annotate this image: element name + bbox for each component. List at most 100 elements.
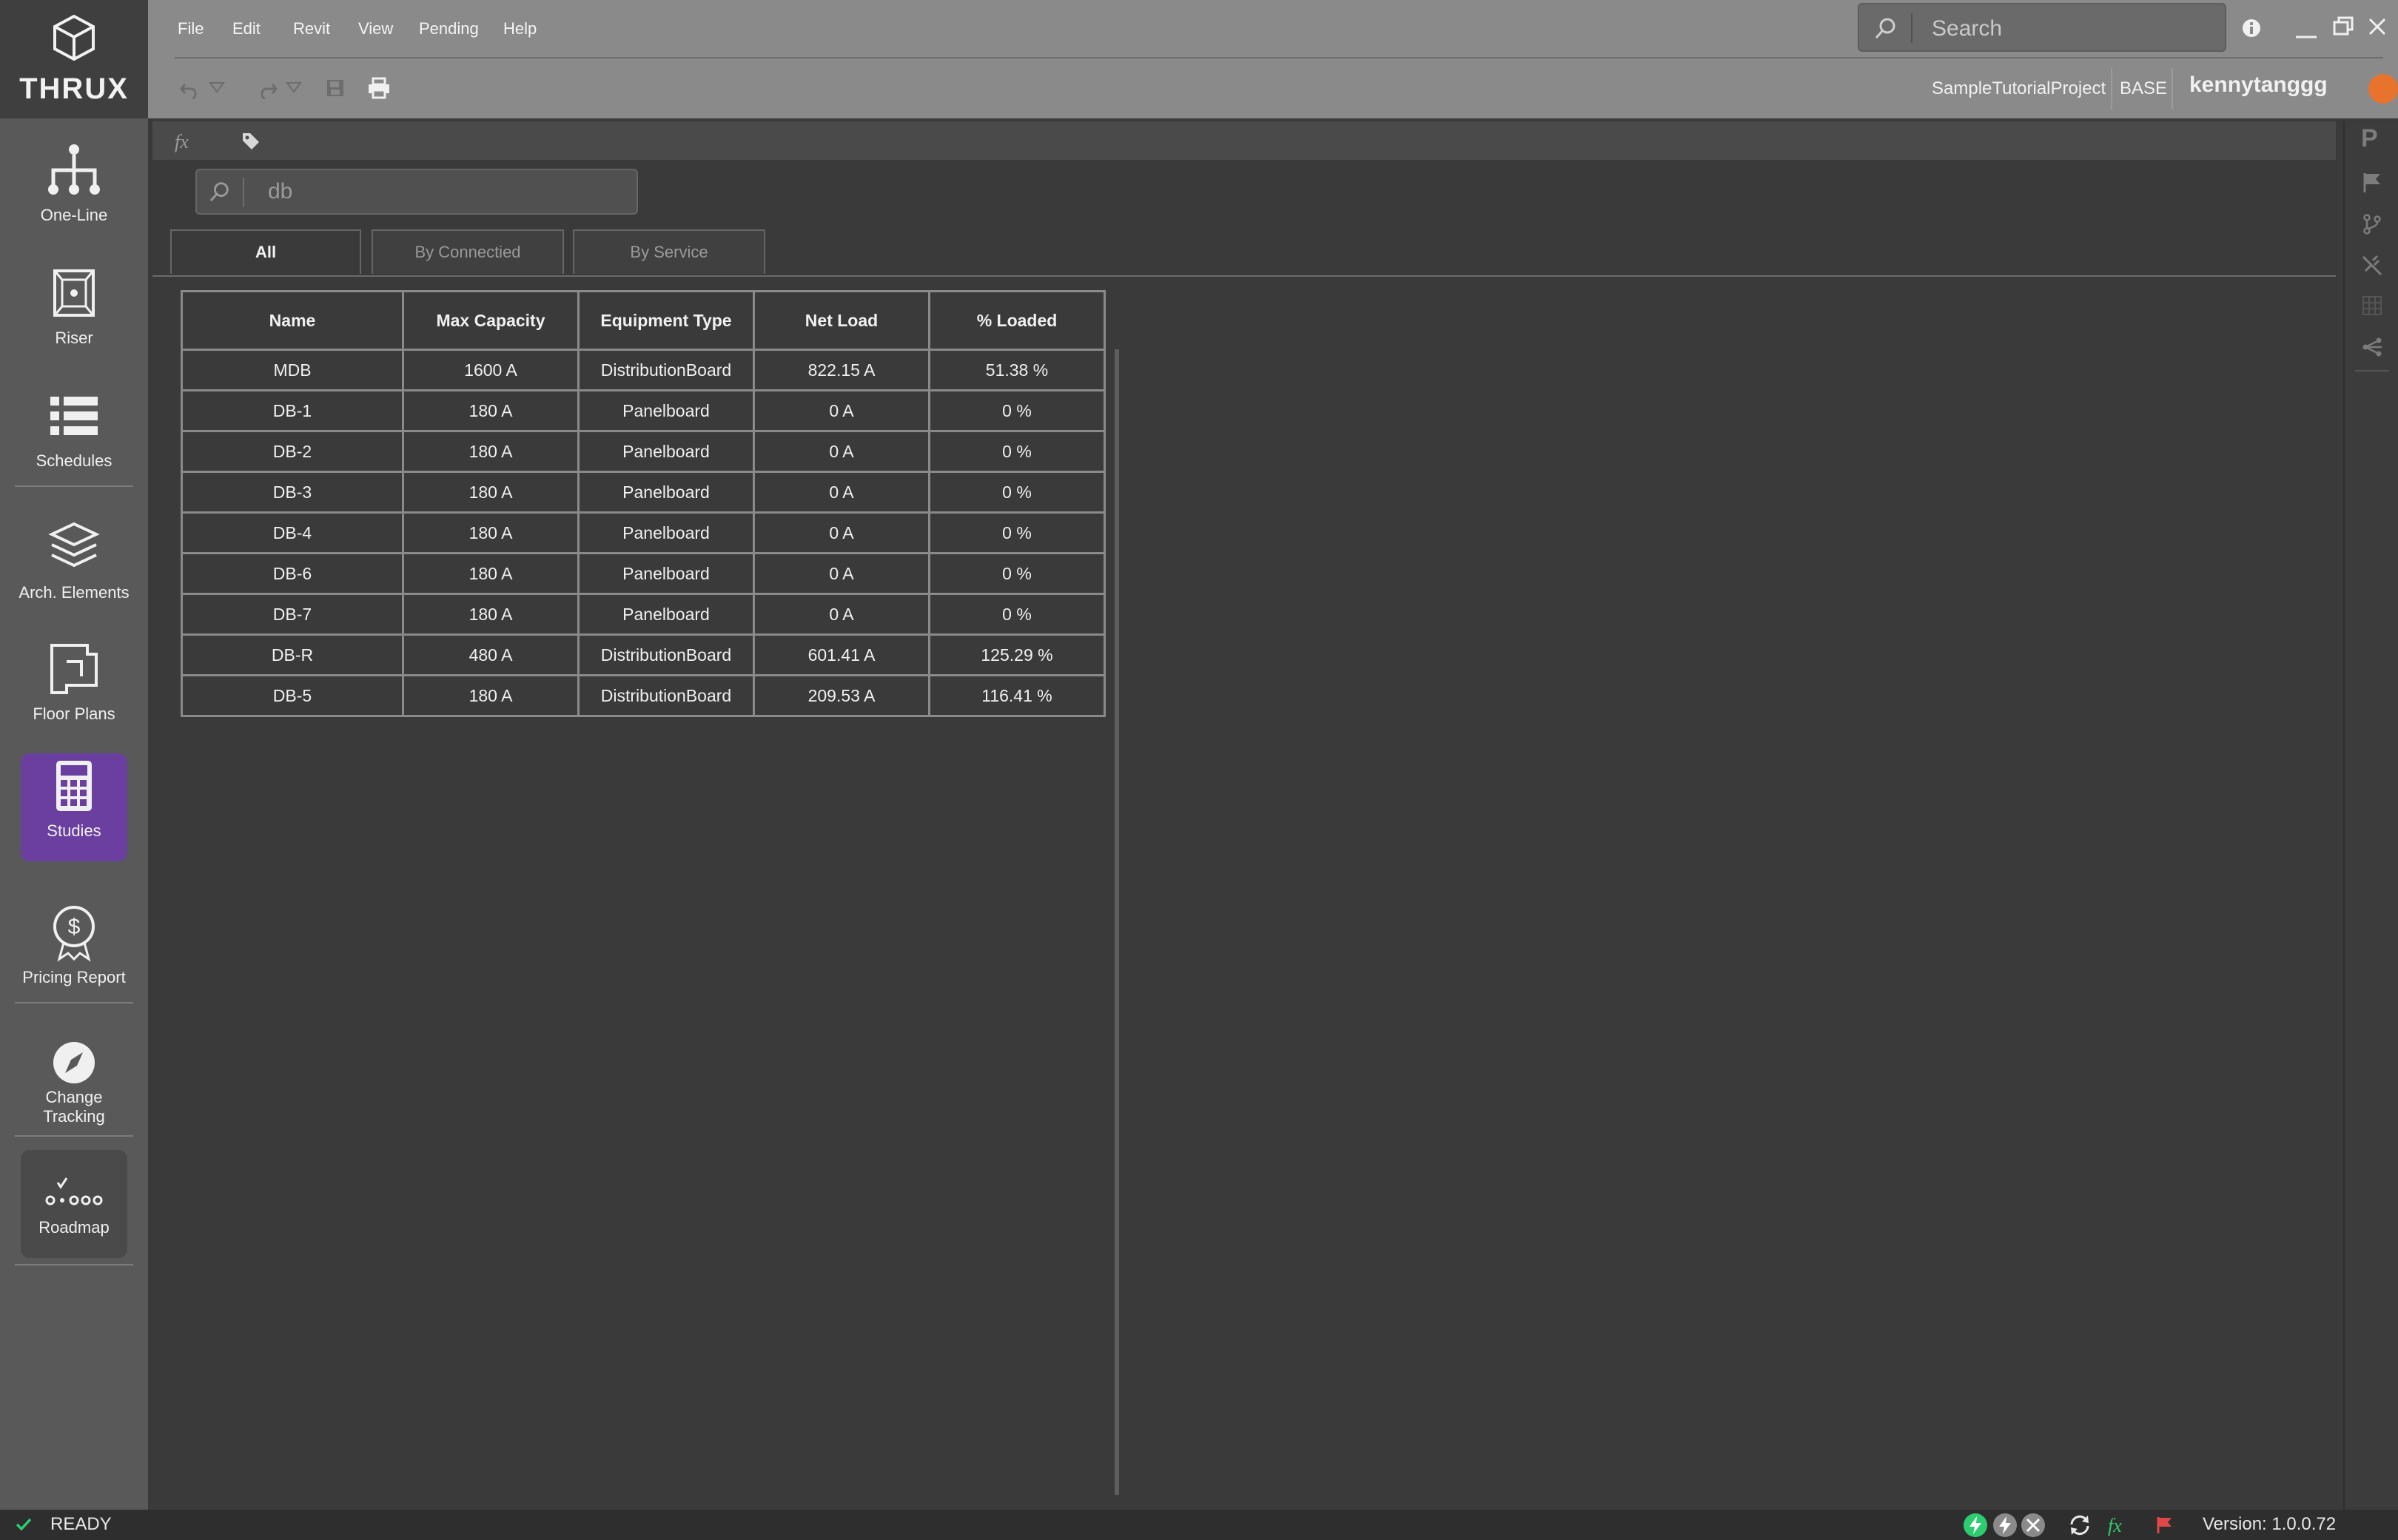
check-icon: [16, 1518, 32, 1531]
undo-dropdown-icon[interactable]: [209, 81, 225, 93]
table-row[interactable]: DB-5 180 A DistributionBoard 209.53 A 116.41…: [181, 674, 1106, 717]
flag-icon[interactable]: [2361, 172, 2383, 194]
sidebar-item-arch-elements[interactable]: Arch. Elements: [0, 518, 148, 602]
cell-max-capacity: 180 A: [402, 593, 580, 636]
sync-icon[interactable]: [2068, 1514, 2092, 1536]
sidebar-item-label: Riser: [55, 329, 93, 347]
tab-all[interactable]: All: [170, 229, 361, 274]
menu-edit[interactable]: Edit: [232, 19, 261, 38]
tab-by-service[interactable]: By Service: [573, 229, 765, 274]
sidebar-item-label: Arch. Elements: [19, 583, 130, 602]
table-row[interactable]: DB-4 180 A Panelboard 0 A0 %: [181, 511, 1106, 554]
table-row[interactable]: DB-1 180 A Panelboard 0 A0 %: [181, 389, 1106, 432]
sidebar-item-riser[interactable]: Riser: [0, 263, 148, 348]
save-icon[interactable]: [326, 78, 345, 98]
cell-name: MDB: [181, 349, 404, 391]
formula-toolbar: fx: [152, 121, 2336, 160]
table-row[interactable]: DB-3 180 A Panelboard 0 A0 %: [181, 471, 1106, 514]
cell-net-load: 0 A: [753, 471, 930, 514]
menu-file[interactable]: File: [178, 19, 204, 38]
sidebar-item-label: Floor Plans: [33, 705, 115, 723]
column-header-net-load[interactable]: Net Load: [753, 290, 930, 351]
cell-max-capacity: 180 A: [402, 552, 580, 595]
cell-percent-loaded: 51.38 %: [928, 349, 1106, 391]
menu-pending[interactable]: Pending: [419, 19, 479, 38]
avatar[interactable]: [2368, 74, 2398, 104]
search-divider: [1911, 13, 1912, 43]
table-row[interactable]: DB-7 180 A Panelboard 0 A0 %: [181, 593, 1106, 636]
redo-dropdown-icon[interactable]: [286, 81, 302, 93]
sidebar-item-studies[interactable]: Studies: [0, 753, 148, 861]
sidebar-divider: [15, 1002, 133, 1003]
cell-net-load: 0 A: [753, 593, 930, 636]
column-header-name[interactable]: Name: [181, 290, 404, 351]
sidebar-item-change-tracking[interactable]: Change Tracking: [0, 1039, 148, 1126]
sidebar-item-label: Tracking: [43, 1107, 105, 1126]
menu-revit[interactable]: Revit: [293, 19, 330, 38]
filter-divider: [243, 178, 244, 207]
table-row[interactable]: DB-2 180 A Panelboard 0 A0 %: [181, 430, 1106, 473]
global-search-input[interactable]: Search: [1858, 3, 2226, 52]
branch-icon[interactable]: [2361, 213, 2383, 235]
branch-name[interactable]: BASE: [2120, 78, 2167, 99]
lightning-off-icon[interactable]: [2021, 1513, 2046, 1538]
tab-by-connected[interactable]: By Connectied: [372, 229, 564, 274]
cell-name: DB-6: [181, 552, 404, 595]
minimize-icon[interactable]: [2293, 16, 2320, 40]
cell-equipment-type: DistributionBoard: [577, 349, 755, 391]
table-scrollbar[interactable]: [1115, 349, 1119, 1495]
sidebar-item-one-line[interactable]: One-Line: [0, 141, 148, 225]
cell-percent-loaded: 116.41 %: [928, 674, 1106, 717]
info-icon[interactable]: [2241, 18, 2262, 38]
menu-view[interactable]: View: [358, 19, 393, 38]
layers-icon: [48, 522, 100, 568]
hierarchy-icon: [48, 144, 100, 195]
list-icon: [50, 397, 98, 435]
table-row[interactable]: DB-R 480 A DistributionBoard 601.41 A 125.29…: [181, 633, 1106, 676]
cell-name: DB-1: [181, 389, 404, 432]
calculator-icon: [56, 761, 92, 811]
lightning-icon[interactable]: [1992, 1513, 2018, 1538]
undo-icon[interactable]: [179, 77, 201, 99]
user-name[interactable]: kennytanggg: [2189, 73, 2328, 98]
sidebar-divider: [15, 485, 133, 487]
project-name[interactable]: SampleTutorialProject: [1932, 78, 2106, 99]
sidebar-item-label: One-Line: [40, 206, 108, 224]
cell-equipment-type: DistributionBoard: [577, 633, 755, 676]
cell-percent-loaded: 125.29 %: [928, 633, 1106, 676]
sidebar-item-label: Roadmap: [38, 1218, 110, 1237]
redo-icon[interactable]: [256, 77, 278, 99]
table-row[interactable]: DB-6 180 A Panelboard 0 A0 %: [181, 552, 1106, 595]
lightning-active-icon[interactable]: [1963, 1513, 1988, 1538]
column-header-max-capacity[interactable]: Max Capacity: [402, 290, 580, 351]
sidebar-item-roadmap[interactable]: Roadmap: [0, 1150, 148, 1258]
close-icon[interactable]: [2367, 16, 2388, 37]
column-header-equipment-type[interactable]: Equipment Type: [577, 290, 755, 351]
share-nodes-icon[interactable]: [2361, 336, 2383, 358]
logo-text: THRUX: [19, 73, 129, 105]
cell-net-load: 601.41 A: [753, 633, 930, 676]
cell-percent-loaded: 0 %: [928, 430, 1106, 473]
tab-underline: [152, 275, 2336, 277]
cell-equipment-type: Panelboard: [577, 389, 755, 432]
tag-icon[interactable]: [240, 130, 262, 152]
roadmap-icon: [45, 1177, 103, 1206]
flag-alert-icon[interactable]: [2155, 1516, 2174, 1535]
table-filter-input[interactable]: db: [195, 169, 638, 215]
cell-max-capacity: 180 A: [402, 674, 580, 717]
properties-p-icon[interactable]: P: [2361, 124, 2378, 153]
menu-help[interactable]: Help: [503, 19, 537, 38]
formula-status-icon[interactable]: fx: [2106, 1514, 2129, 1536]
grid-icon[interactable]: [2361, 295, 2383, 317]
function-fx-icon[interactable]: fx: [173, 130, 195, 152]
table-row[interactable]: MDB 1600 A DistributionBoard 822.15 A 51.38 …: [181, 349, 1106, 391]
print-icon[interactable]: [367, 77, 391, 99]
restore-icon[interactable]: [2331, 15, 2355, 38]
disconnect-icon[interactable]: [2361, 255, 2383, 277]
column-header-percent-loaded[interactable]: % Loaded: [928, 290, 1106, 351]
cell-equipment-type: Panelboard: [577, 552, 755, 595]
sidebar-item-pricing-report[interactable]: $ Pricing Report: [0, 903, 148, 987]
cell-percent-loaded: 0 %: [928, 552, 1106, 595]
sidebar-item-floor-plans[interactable]: Floor Plans: [0, 639, 148, 724]
sidebar-item-schedules[interactable]: Schedules: [0, 386, 148, 471]
